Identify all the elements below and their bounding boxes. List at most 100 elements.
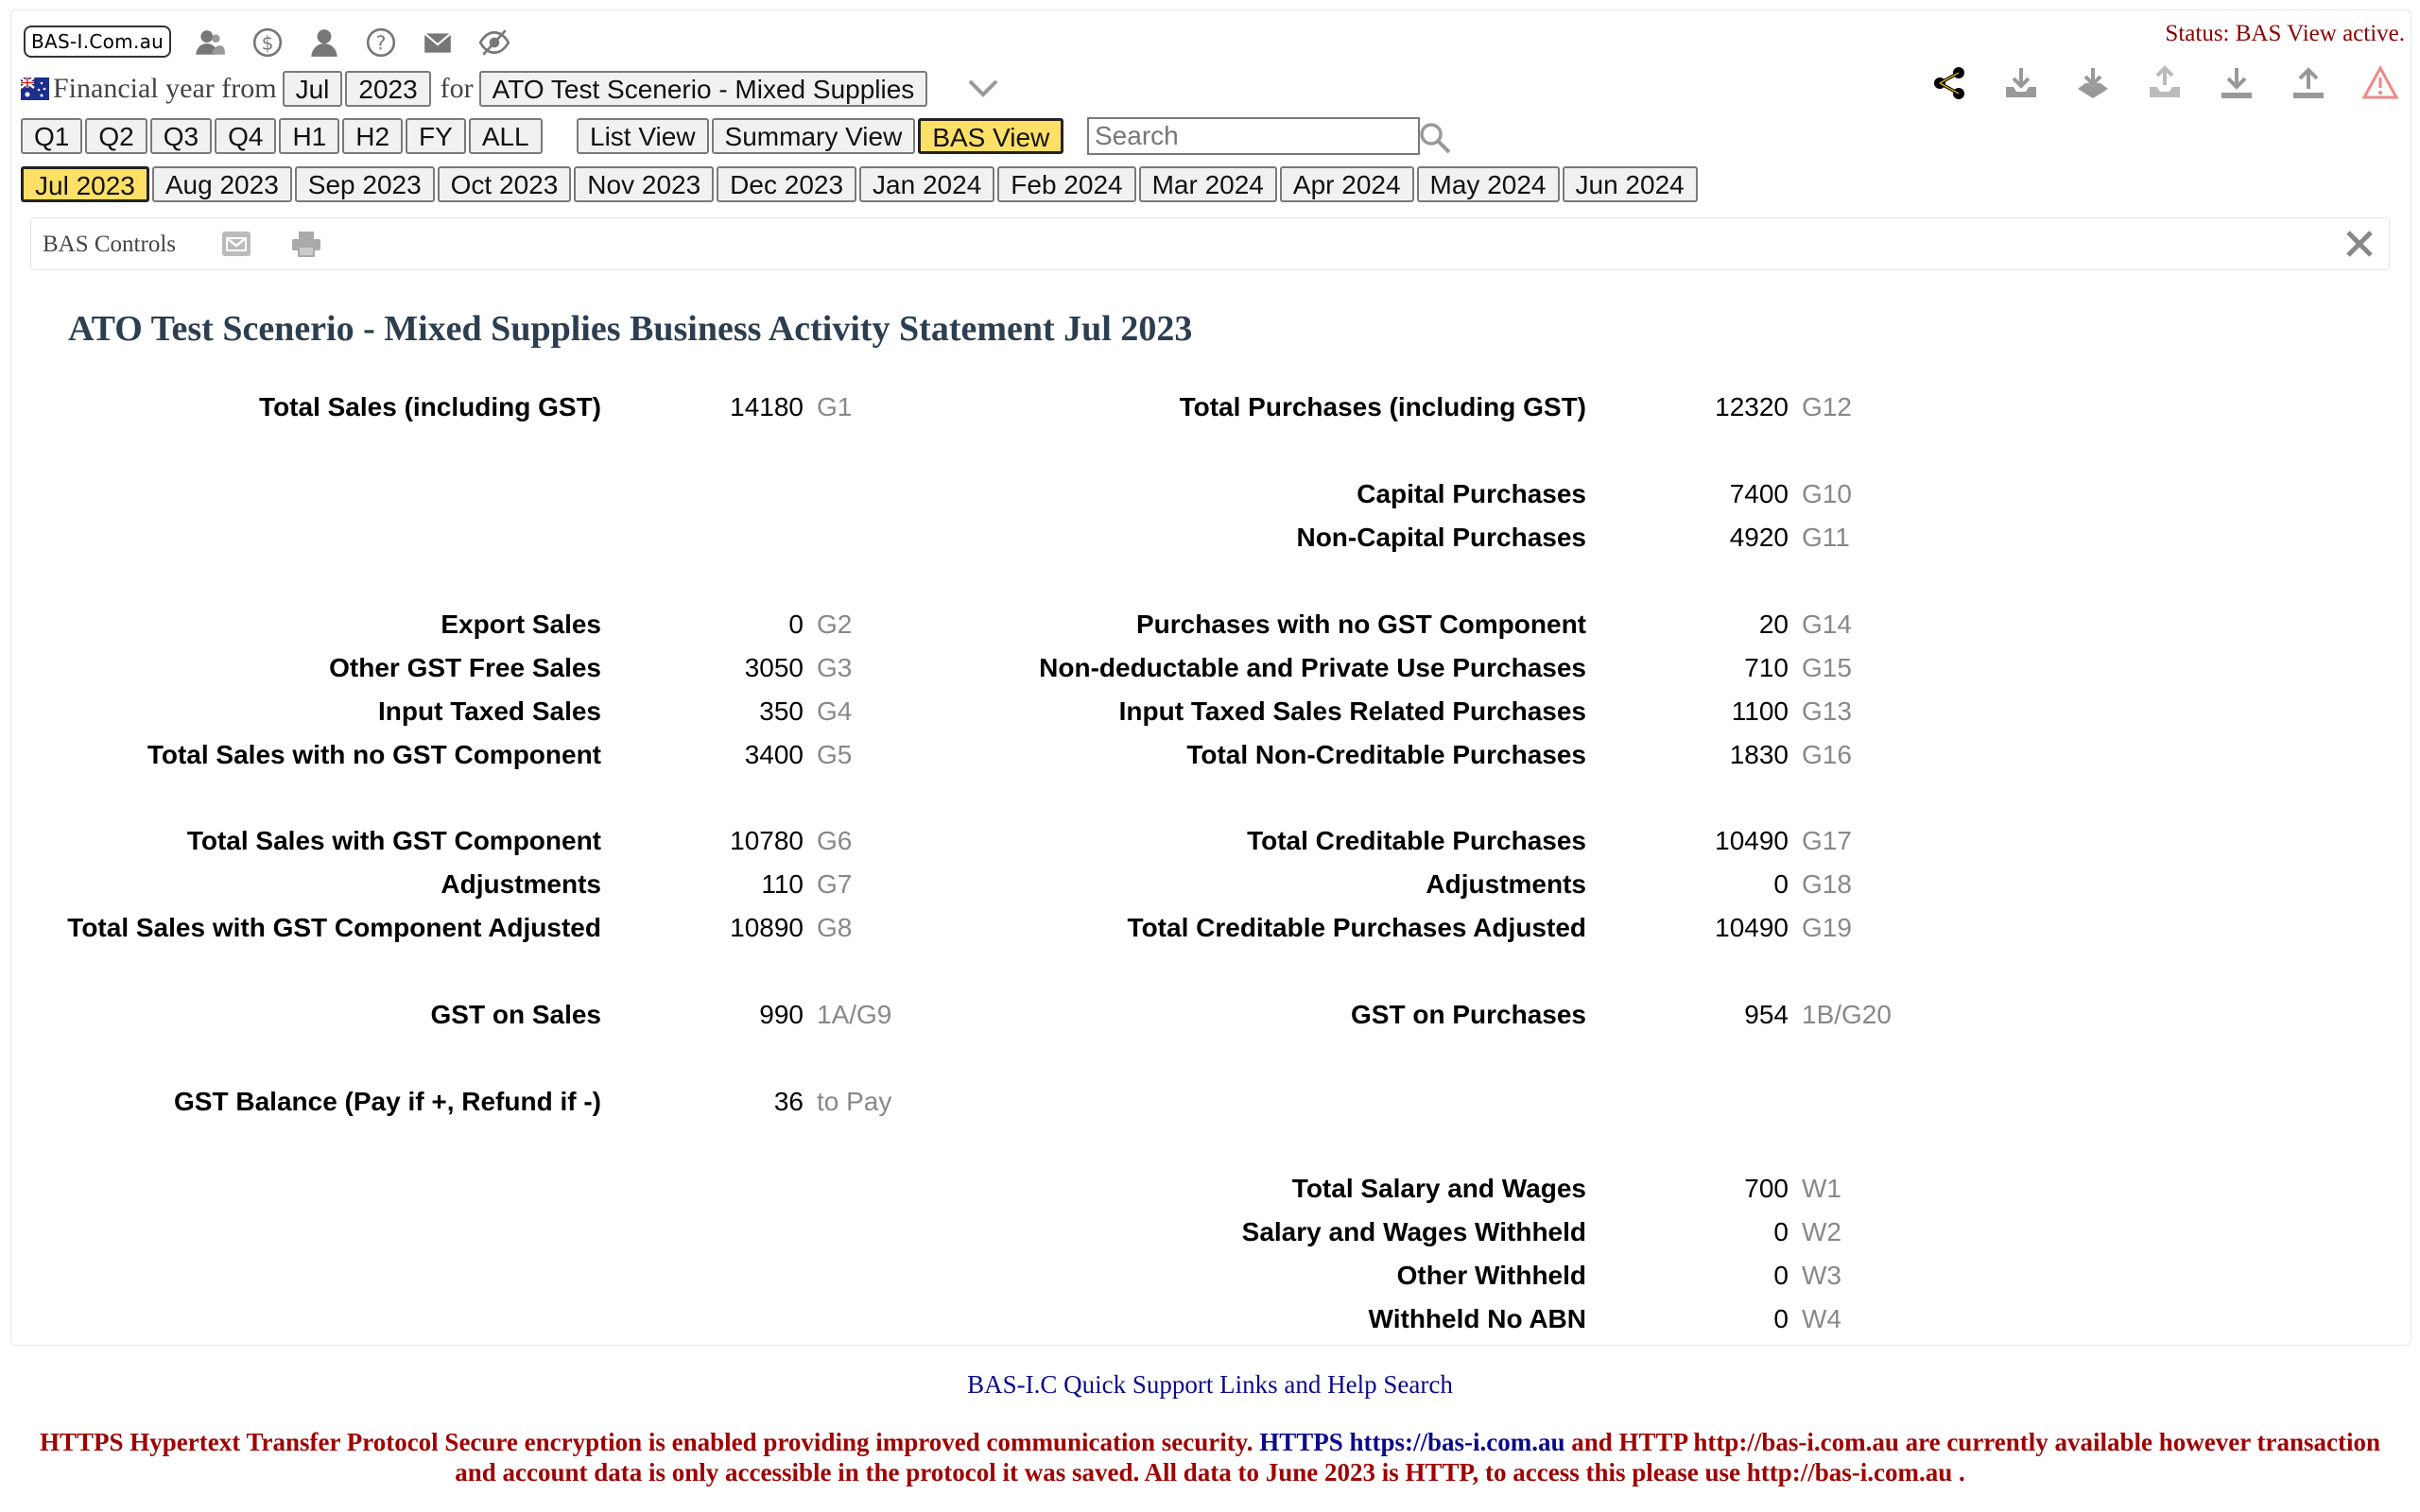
purchases-code: G18 — [1802, 869, 1852, 899]
period-button-q2[interactable]: Q2 — [85, 118, 147, 154]
month-tab[interactable]: Mar 2024 — [1138, 166, 1277, 202]
export-icon[interactable] — [2146, 64, 2184, 102]
month-tab[interactable]: Nov 2023 — [574, 166, 715, 202]
status-text: Status: BAS View active. — [2165, 21, 2405, 46]
purchases-label: GST on Purchases — [1351, 1000, 1586, 1029]
period-button-h2[interactable]: H2 — [342, 118, 404, 154]
period-button-q3[interactable]: Q3 — [149, 118, 213, 154]
hide-icon[interactable] — [478, 26, 510, 59]
purchases-label: Adjustments — [1426, 869, 1586, 899]
purchases-code: G15 — [1802, 653, 1852, 682]
users-icon[interactable] — [194, 26, 226, 59]
month-tab[interactable]: Aug 2023 — [151, 166, 292, 202]
bas-controls-label: BAS Controls — [43, 232, 177, 257]
purchases-value: 700 — [1744, 1174, 1789, 1203]
period-button-h1[interactable]: H1 — [279, 118, 340, 154]
month-select[interactable]: Jul — [282, 71, 343, 107]
entity-select[interactable]: ATO Test Scenerio - Mixed Supplies — [478, 71, 928, 107]
purchases-value: 7400 — [1729, 479, 1789, 508]
month-tab[interactable]: Sep 2023 — [294, 166, 435, 202]
svg-text:?: ? — [376, 31, 387, 54]
purchases-row: Total Creditable Purchases 10490 G17 — [0, 822, 2420, 860]
purchases-value: 1100 — [1731, 696, 1789, 726]
month-tab[interactable]: Oct 2023 — [437, 166, 572, 202]
year-select[interactable]: 2023 — [345, 71, 431, 107]
month-tab[interactable]: Jul 2023 — [21, 166, 149, 202]
purchases-label: Non-deductable and Private Use Purchases — [1039, 653, 1586, 682]
purchases-row: Withheld No ABN 0 W4 — [0, 1300, 2420, 1338]
chevron-down-icon[interactable] — [964, 74, 1002, 102]
for-label: for — [440, 73, 474, 104]
mail-icon[interactable] — [422, 26, 454, 59]
purchases-label: Input Taxed Sales Related Purchases — [1118, 696, 1586, 726]
month-tab[interactable]: Apr 2024 — [1279, 166, 1414, 202]
import-icon[interactable] — [2074, 64, 2112, 102]
purchases-code: G14 — [1802, 610, 1852, 639]
purchases-row: Capital Purchases 7400 G10 — [0, 475, 2420, 513]
financial-year-label: Financial year from — [53, 73, 277, 104]
purchases-value: 20 — [1758, 610, 1789, 639]
site-logo[interactable]: BAS-I.Com.au — [24, 26, 172, 58]
print-icon[interactable] — [290, 230, 322, 258]
period-button-all[interactable]: ALL — [468, 118, 543, 154]
purchases-label: Total Non-Creditable Purchases — [1186, 740, 1586, 769]
purchases-row: Input Taxed Sales Related Purchases 1100 G… — [0, 693, 2420, 730]
purchases-value: 0 — [1773, 1217, 1789, 1246]
purchases-value: 12320 — [1715, 392, 1789, 421]
purchases-code: W4 — [1802, 1304, 1841, 1333]
purchases-value: 954 — [1744, 1000, 1789, 1029]
purchases-row: Other Withheld 0 W3 — [0, 1257, 2420, 1295]
dollar-icon[interactable]: $ — [251, 26, 284, 59]
search-icon[interactable] — [1418, 121, 1452, 155]
download-icon[interactable] — [2218, 64, 2256, 102]
purchases-row: Total Purchases (including GST) 12320 G12 — [0, 388, 2420, 426]
month-tab[interactable]: May 2024 — [1416, 166, 1560, 202]
https-link[interactable]: HTTPS https://bas-i.com.au — [1259, 1428, 1564, 1456]
month-tab[interactable]: Jun 2024 — [1562, 166, 1698, 202]
sales-code: to Pay — [817, 1087, 892, 1116]
purchases-code: W1 — [1802, 1174, 1841, 1203]
purchases-label: Non-Capital Purchases — [1296, 523, 1586, 552]
purchases-code: G16 — [1802, 740, 1852, 769]
purchases-value: 0 — [1773, 869, 1789, 899]
notice-text-1: HTTPS Hypertext Transfer Protocol Secure… — [39, 1428, 1253, 1456]
bas-controls-bar: BAS Controls — [30, 217, 2390, 270]
purchases-label: Total Creditable Purchases Adjusted — [1127, 913, 1586, 942]
summary-view-button[interactable]: Summary View — [711, 118, 916, 154]
sales-label: GST Balance (Pay if +, Refund if -) — [174, 1087, 601, 1116]
period-button-row: Q1 Q2 Q3 Q4 H1 H2 FY ALL — [21, 118, 543, 154]
period-button-q4[interactable]: Q4 — [215, 118, 277, 154]
purchases-code: G12 — [1802, 392, 1852, 421]
australia-flag-icon — [20, 77, 49, 100]
period-button-fy[interactable]: FY — [406, 118, 466, 154]
purchases-row: Total Non-Creditable Purchases 1830 G16 — [0, 736, 2420, 774]
sales-value: 36 — [773, 1087, 804, 1116]
email-icon[interactable] — [220, 230, 252, 258]
purchases-code: G13 — [1802, 696, 1852, 726]
purchases-row: Salary and Wages Withheld 0 W2 — [0, 1213, 2420, 1251]
protocol-notice: HTTPS Hypertext Transfer Protocol Secure… — [28, 1427, 2392, 1487]
purchases-code: 1B/G20 — [1802, 1000, 1892, 1029]
list-view-button[interactable]: List View — [577, 118, 709, 154]
download-tray-icon[interactable] — [2002, 64, 2040, 102]
month-tab[interactable]: Feb 2024 — [997, 166, 1136, 202]
help-icon[interactable]: ? — [365, 26, 397, 59]
purchases-label: Salary and Wages Withheld — [1241, 1217, 1586, 1246]
warning-icon[interactable] — [2361, 64, 2399, 102]
month-tab[interactable]: Jan 2024 — [859, 166, 995, 202]
month-tab-row: Jul 2023 Aug 2023 Sep 2023 Oct 2023 Nov … — [21, 166, 1698, 202]
bas-view-button[interactable]: BAS View — [918, 118, 1064, 154]
period-selector: Financial year from Jul 2023 for ATO Tes… — [20, 68, 928, 110]
month-tab[interactable]: Dec 2023 — [717, 166, 857, 202]
help-link[interactable]: BAS-I.C Quick Support Links and Help Sea… — [0, 1370, 2420, 1400]
purchases-label: Total Creditable Purchases — [1247, 826, 1586, 855]
period-button-q1[interactable]: Q1 — [21, 118, 83, 154]
search-input[interactable] — [1087, 117, 1420, 155]
user-icon[interactable] — [308, 26, 340, 59]
purchases-label: Total Purchases (including GST) — [1179, 392, 1586, 421]
close-icon[interactable] — [2343, 228, 2376, 260]
purchases-row: GST on Purchases 954 1B/G20 — [0, 996, 2420, 1034]
purchases-row: Total Salary and Wages 700 W1 — [0, 1170, 2420, 1208]
upload-icon[interactable] — [2290, 64, 2327, 102]
share-icon[interactable] — [1930, 64, 1968, 102]
